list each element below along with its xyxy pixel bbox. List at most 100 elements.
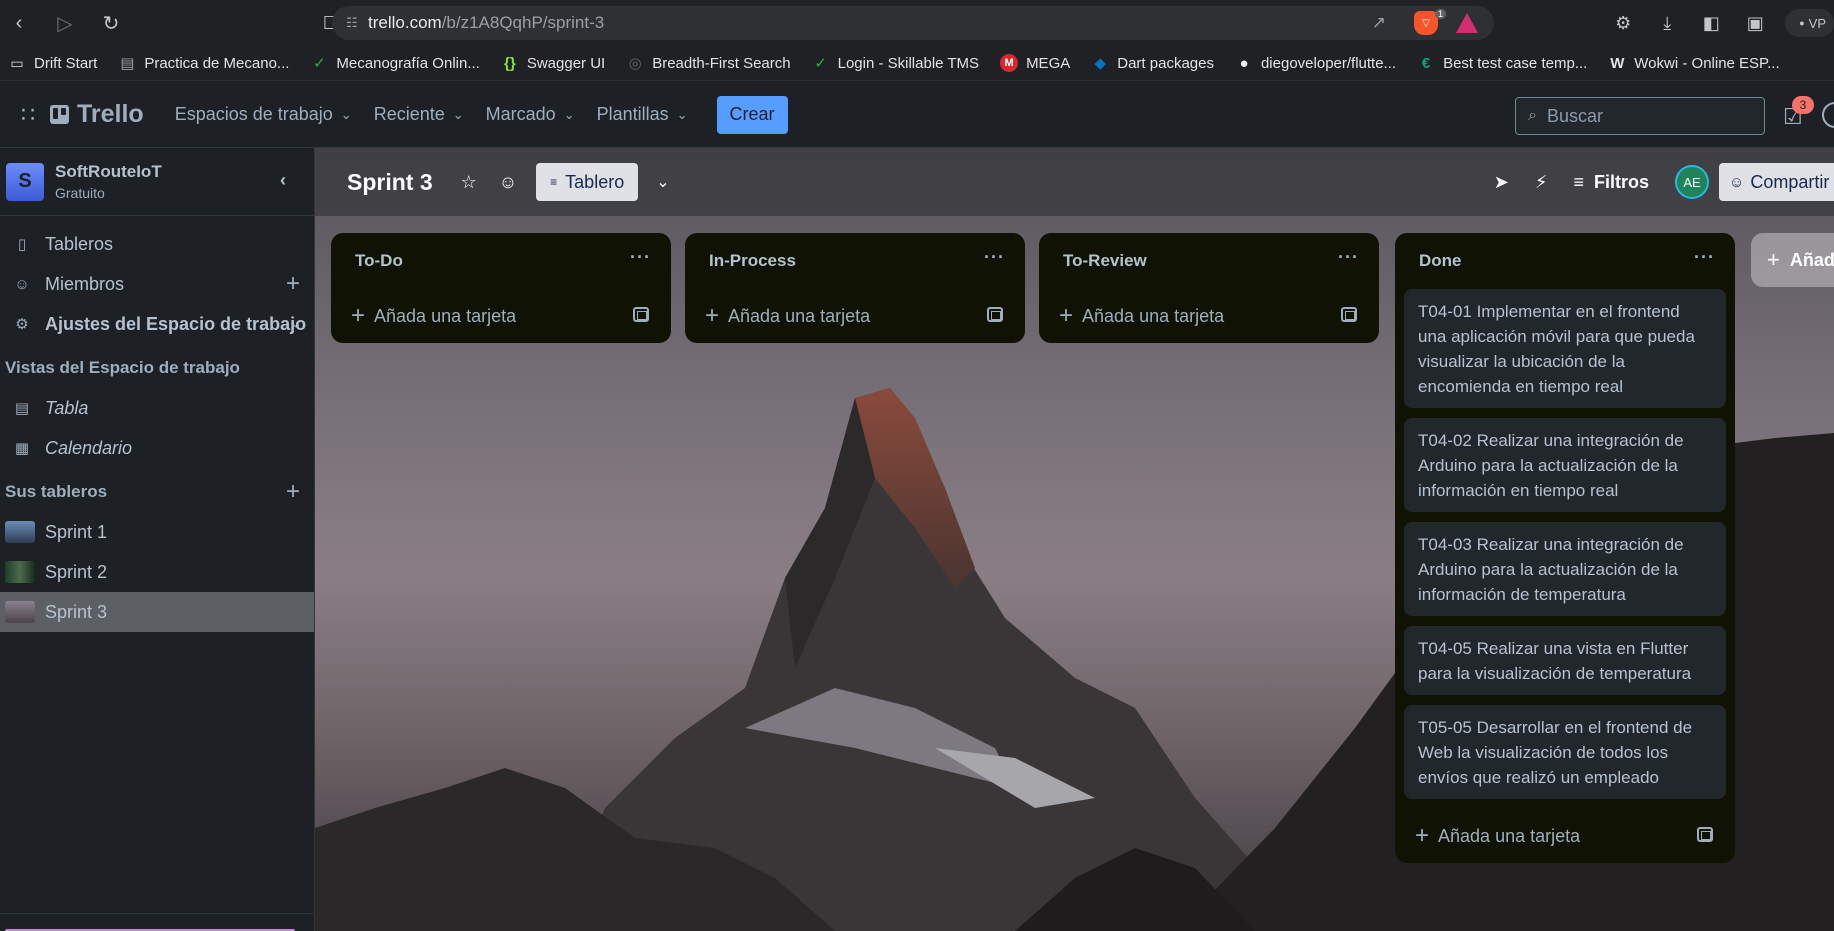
sidebar-item-settings[interactable]: ⚙ Ajustes del Espacio de trabajo ⌄ [0, 304, 314, 344]
chevron-down-icon[interactable]: ⌄ [656, 172, 669, 192]
add-list-label: Añad [1789, 249, 1834, 270]
menu-workspaces-label: Espacios de trabajo [174, 104, 333, 124]
board-view-button[interactable]: ≡ Tablero [536, 163, 639, 201]
add-card-button[interactable]: + Añada una tarjeta [685, 289, 1025, 343]
list-title[interactable]: Done [1419, 251, 1462, 271]
bookmark-label: Breadth-First Search [652, 54, 791, 72]
menu-starred[interactable]: Marcado ⌄ [486, 104, 575, 125]
board-thumbnail [5, 561, 35, 583]
brave-rewards-icon[interactable] [1456, 13, 1478, 33]
back-icon[interactable]: ‹ [2, 6, 36, 40]
add-member-icon[interactable]: + [286, 270, 300, 298]
card[interactable]: T04-03 Realizar una integración de Ardui… [1404, 522, 1726, 616]
add-list-button[interactable]: + Añad [1751, 233, 1834, 287]
sidebar-board-sprint-1[interactable]: Sprint 1 [0, 512, 314, 552]
list-title[interactable]: To-Review [1063, 251, 1147, 271]
board-label: Sprint 3 [45, 601, 108, 622]
page-icon: ▤ [120, 55, 135, 72]
site-settings-icon[interactable]: ☷ [346, 15, 368, 31]
workspace-name[interactable]: SoftRouteIoT [55, 162, 162, 182]
plus-icon: + [1059, 302, 1074, 329]
bookmark-label: diegoveloper/flutte... [1260, 54, 1397, 72]
sidebar-item-calendar[interactable]: ▦ Calendario [0, 428, 314, 468]
help-icon[interactable] [1822, 102, 1834, 128]
bookmark-item[interactable]: ✓ Login - Skillable TMS [812, 54, 979, 73]
document-icon: ▭ [10, 54, 24, 71]
card[interactable]: T05-05 Desarrollar en el frontend de Web… [1404, 705, 1726, 799]
reload-icon[interactable]: ↻ [94, 6, 128, 40]
collapse-sidebar-icon[interactable]: ‹ [280, 170, 286, 191]
menu-workspaces[interactable]: Espacios de trabajo ⌄ [175, 104, 352, 125]
more-options-icon[interactable]: ··· [984, 247, 1005, 268]
table-icon: ▤ [14, 400, 30, 417]
menu-templates[interactable]: Plantillas ⌄ [597, 104, 688, 125]
list-title[interactable]: To-Do [355, 251, 403, 271]
list-title[interactable]: In-Process [709, 251, 796, 271]
board-title[interactable]: Sprint 3 [347, 169, 433, 196]
list-header[interactable]: To-Review ··· [1039, 233, 1379, 289]
bookmark-item[interactable]: ● diegoveloper/flutte... [1235, 54, 1396, 72]
bookmark-item[interactable]: € Best test case temp... [1417, 54, 1587, 72]
share-label: Compartir [1750, 171, 1830, 192]
create-button[interactable]: Crear [716, 95, 788, 134]
bookmark-item[interactable]: W Wokwi - Online ESP... [1608, 54, 1779, 72]
filters-button[interactable]: ≡ Filtros [1573, 172, 1649, 193]
url-path: /b/z1A8QqhP/sprint-3 [441, 13, 605, 32]
card[interactable]: T04-05 Realizar una vista en Flutter par… [1404, 626, 1726, 695]
star-icon[interactable]: ☆ [461, 172, 477, 193]
bookmark-item[interactable]: M MEGA [1000, 54, 1070, 72]
bookmark-item[interactable]: ✓ Mecanografía Onlin... [310, 54, 480, 73]
bookmark-item[interactable]: ▤ Practica de Mecano... [118, 54, 290, 73]
bookmark-item[interactable]: ◎ Breadth-First Search [626, 54, 791, 73]
trello-logo[interactable]: Trello [50, 100, 144, 129]
address-bar[interactable]: ☷ trello.com/b/z1A8QqhP/sprint-3 ↗ ▽ 1 [332, 6, 1494, 40]
more-options-icon[interactable]: ··· [1694, 247, 1715, 268]
workspace-sidebar: S SoftRouteIoT Gratuito ‹ ▯ Tableros ☺ M… [0, 148, 315, 931]
more-options-icon[interactable]: ··· [630, 247, 651, 268]
menu-recent[interactable]: Reciente ⌄ [374, 104, 464, 125]
add-card-button[interactable]: + Añada una tarjeta [331, 289, 671, 343]
search-input[interactable]: ⌕ Buscar [1515, 97, 1765, 135]
sidebar-item-boards[interactable]: ▯ Tableros [0, 224, 314, 264]
vpn-button[interactable]: ● VP [1785, 9, 1834, 37]
list-header[interactable]: In-Process ··· [685, 233, 1025, 289]
add-card-label: Añada una tarjeta [1082, 305, 1225, 326]
card-template-icon[interactable] [633, 307, 649, 322]
add-board-icon[interactable]: + [286, 478, 300, 506]
avatar[interactable]: AE [1675, 165, 1709, 199]
sidebar-board-sprint-2[interactable]: Sprint 2 [0, 552, 314, 592]
workspace-header: S SoftRouteIoT Gratuito ‹ [0, 148, 314, 216]
card-template-icon[interactable] [1341, 307, 1357, 322]
add-card-button[interactable]: + Añada una tarjeta [1395, 809, 1735, 863]
sidebar-item-table[interactable]: ▤ Tabla [0, 388, 314, 428]
app-switcher-icon[interactable]: ∷ [8, 102, 48, 128]
wallet-icon[interactable]: ▣ [1733, 13, 1777, 34]
card-template-icon[interactable] [987, 307, 1003, 322]
workspace-visibility-icon[interactable]: ☺ [499, 172, 517, 193]
sidebar-toggle-icon[interactable]: ◧ [1689, 13, 1733, 34]
board-thumbnail [5, 521, 35, 543]
downloads-icon[interactable]: ⤓ [1645, 13, 1689, 34]
share-button[interactable]: ☺ Compartir [1719, 163, 1834, 201]
add-card-button[interactable]: + Añada una tarjeta [1039, 289, 1379, 343]
card-template-icon[interactable] [1697, 827, 1713, 842]
sidebar-item-label: Tabla [45, 397, 89, 418]
bookmark-item[interactable]: {} Swagger UI [501, 54, 605, 72]
more-options-icon[interactable]: ··· [1338, 247, 1359, 268]
list-header[interactable]: To-Do ··· [331, 233, 671, 289]
power-ups-icon[interactable]: ➤ [1494, 172, 1509, 193]
card[interactable]: T04-01 Implementar en el frontend una ap… [1404, 289, 1726, 408]
automation-icon[interactable]: ⚡ [1535, 172, 1548, 193]
extensions-icon[interactable]: ⚙ [1601, 13, 1645, 34]
bookmark-label: Practica de Mecano... [144, 54, 290, 72]
sidebar-item-members[interactable]: ☺ Miembros + [0, 264, 314, 304]
share-page-icon[interactable]: ↗ [1372, 13, 1386, 33]
forward-icon[interactable]: ▷ [48, 6, 82, 40]
card[interactable]: T04-02 Realizar una integración de Ardui… [1404, 418, 1726, 512]
search-icon: ⌕ [1528, 107, 1537, 124]
sidebar-board-sprint-3[interactable]: Sprint 3 [0, 592, 314, 632]
bookmark-item[interactable]: ▭ Drift Start [8, 54, 97, 72]
board-thumbnail [5, 601, 35, 623]
list-header[interactable]: Done ··· [1395, 233, 1735, 289]
bookmark-item[interactable]: ◆ Dart packages [1091, 54, 1214, 73]
